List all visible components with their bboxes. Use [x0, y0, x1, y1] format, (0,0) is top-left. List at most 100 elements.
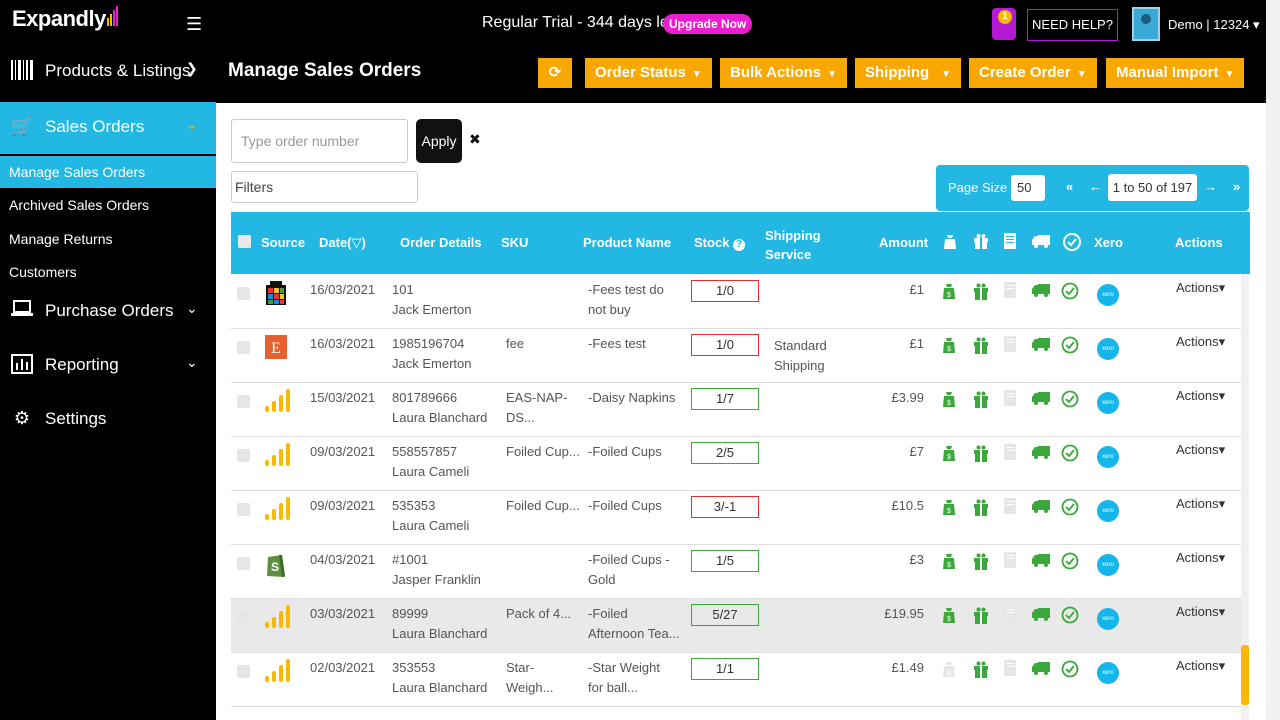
xero-icon[interactable]: xero: [1097, 392, 1119, 414]
first-page-button[interactable]: «: [1066, 179, 1073, 194]
prev-page-button[interactable]: ←: [1089, 179, 1102, 194]
actions-dropdown[interactable]: Actions▾: [1176, 658, 1225, 674]
order-number-search-input[interactable]: Type order number: [231, 119, 408, 163]
notification-bell-icon[interactable]: 1: [992, 8, 1016, 40]
clear-search-icon[interactable]: ✖: [469, 131, 481, 148]
sidebar-item-products-listings[interactable]: Products & Listings ❯: [0, 46, 216, 98]
order-number[interactable]: 801789666: [392, 388, 457, 408]
sidebar-subitem-customers[interactable]: Customers: [0, 256, 216, 288]
truck-icon[interactable]: [1032, 498, 1050, 517]
actions-dropdown[interactable]: Actions▾: [1176, 550, 1225, 566]
table-row[interactable]: S 04/03/2021 #1001 Jasper Franklin -Foil…: [231, 545, 1241, 599]
actions-dropdown[interactable]: Actions▾: [1176, 442, 1225, 458]
row-checkbox[interactable]: [237, 557, 250, 570]
xero-icon[interactable]: xero: [1097, 446, 1119, 468]
table-row[interactable]: 02/03/2021 353553 Laura Blanchard Star- …: [231, 653, 1241, 707]
check-circle-icon[interactable]: [1061, 336, 1079, 357]
col-order-details[interactable]: Order Details: [400, 235, 482, 250]
truck-icon[interactable]: [1032, 606, 1050, 625]
need-help-button[interactable]: NEED HELP?: [1027, 9, 1118, 41]
col-source[interactable]: Source: [261, 235, 305, 250]
col-date[interactable]: Date(▽): [319, 235, 366, 251]
table-scrollbar-thumb[interactable]: [1241, 645, 1249, 705]
document-icon[interactable]: [1004, 336, 1016, 355]
col-xero[interactable]: Xero: [1094, 235, 1123, 250]
row-checkbox[interactable]: [237, 611, 250, 624]
document-icon[interactable]: [1004, 660, 1016, 679]
gift-icon[interactable]: [973, 660, 989, 681]
gift-icon[interactable]: [973, 552, 989, 573]
page-size-input[interactable]: 50: [1011, 175, 1045, 201]
document-icon[interactable]: [1004, 606, 1016, 625]
check-circle-icon[interactable]: [1061, 660, 1079, 681]
col-sku[interactable]: SKU: [501, 235, 528, 250]
bulk-actions-button[interactable]: Bulk Actions ▼: [720, 58, 848, 88]
row-checkbox[interactable]: [237, 287, 250, 300]
truck-icon[interactable]: [1032, 390, 1050, 409]
truck-icon[interactable]: [1032, 282, 1050, 301]
gift-icon[interactable]: [973, 444, 989, 465]
bag-icon[interactable]: $: [942, 552, 956, 573]
table-row[interactable]: 16/03/2021 101 Jack Emerton -Fees test d…: [231, 275, 1241, 329]
manual-import-button[interactable]: Manual Import ▼: [1106, 58, 1245, 88]
order-number[interactable]: 558557857: [392, 442, 457, 462]
sidebar-item-settings[interactable]: ⚙ Settings: [0, 394, 216, 446]
actions-dropdown[interactable]: Actions▾: [1176, 496, 1225, 512]
gift-icon[interactable]: [973, 498, 989, 519]
table-row[interactable]: 09/03/2021 535353 Laura Cameli Foiled Cu…: [231, 491, 1241, 545]
next-page-button[interactable]: →: [1204, 179, 1217, 194]
page-scrollbar[interactable]: [1266, 0, 1280, 720]
actions-dropdown[interactable]: Actions▾: [1176, 280, 1225, 296]
last-page-button[interactable]: »: [1233, 179, 1240, 194]
gift-icon[interactable]: [973, 606, 989, 627]
xero-icon[interactable]: xero: [1097, 284, 1119, 306]
hamburger-menu-icon[interactable]: ☰: [186, 14, 202, 35]
document-icon[interactable]: [1004, 498, 1016, 517]
bag-icon[interactable]: $: [942, 660, 956, 681]
gift-icon[interactable]: [973, 390, 989, 411]
xero-icon[interactable]: xero: [1097, 608, 1119, 630]
sidebar-item-reporting[interactable]: Reporting ⌄: [0, 340, 216, 392]
bag-icon[interactable]: $: [942, 444, 956, 465]
truck-icon[interactable]: [1032, 552, 1050, 571]
table-row[interactable]: 03/03/2021 89999 Laura Blanchard Pack of…: [231, 599, 1241, 653]
order-number[interactable]: 89999: [392, 604, 428, 624]
check-circle-icon[interactable]: [1061, 498, 1079, 519]
sidebar-subitem-manage-returns[interactable]: Manage Returns: [0, 223, 216, 255]
xero-icon[interactable]: xero: [1097, 500, 1119, 522]
apply-button[interactable]: Apply: [416, 119, 462, 163]
refresh-button[interactable]: ⟳: [538, 58, 572, 88]
check-circle-icon[interactable]: [1061, 606, 1079, 627]
sidebar-subitem-archived-sales-orders[interactable]: Archived Sales Orders: [0, 189, 216, 221]
sidebar-subitem-manage-sales-orders[interactable]: Manage Sales Orders: [0, 156, 216, 188]
actions-dropdown[interactable]: Actions▾: [1176, 604, 1225, 620]
bag-icon[interactable]: $: [942, 606, 956, 627]
check-circle-icon[interactable]: [1061, 552, 1079, 573]
truck-icon[interactable]: [1032, 444, 1050, 463]
order-number[interactable]: 1985196704: [392, 334, 464, 354]
user-menu[interactable]: Demo | 12324 ▾: [1168, 17, 1260, 33]
check-circle-icon[interactable]: [1061, 282, 1079, 303]
check-circle-icon[interactable]: [1061, 390, 1079, 411]
table-row[interactable]: 15/03/2021 801789666 Laura Blanchard EAS…: [231, 383, 1241, 437]
bag-icon[interactable]: $: [942, 336, 956, 357]
sidebar-item-sales-orders[interactable]: 🛒 Sales Orders ⌄: [0, 102, 216, 154]
order-number[interactable]: #1001: [392, 550, 428, 570]
upgrade-button[interactable]: Upgrade Now: [663, 14, 753, 34]
table-row[interactable]: E 16/03/2021 1985196704 Jack Emerton fee…: [231, 329, 1241, 383]
sidebar-item-purchase-orders[interactable]: Purchase Orders ⌄: [0, 286, 216, 338]
bag-icon[interactable]: $: [942, 390, 956, 411]
order-number[interactable]: 101: [392, 280, 414, 300]
xero-icon[interactable]: xero: [1097, 554, 1119, 576]
bag-icon[interactable]: $: [942, 282, 956, 303]
row-checkbox[interactable]: [237, 503, 250, 516]
col-stock[interactable]: Stock ?: [694, 235, 746, 251]
avatar[interactable]: [1132, 7, 1160, 41]
table-row[interactable]: 09/03/2021 558557857 Laura Cameli Foiled…: [231, 437, 1241, 491]
xero-icon[interactable]: xero: [1097, 662, 1119, 684]
col-amount[interactable]: Amount: [879, 235, 928, 250]
gift-icon[interactable]: [973, 282, 989, 303]
document-icon[interactable]: [1004, 282, 1016, 301]
row-checkbox[interactable]: [237, 341, 250, 354]
col-product-name[interactable]: Product Name: [583, 235, 671, 250]
